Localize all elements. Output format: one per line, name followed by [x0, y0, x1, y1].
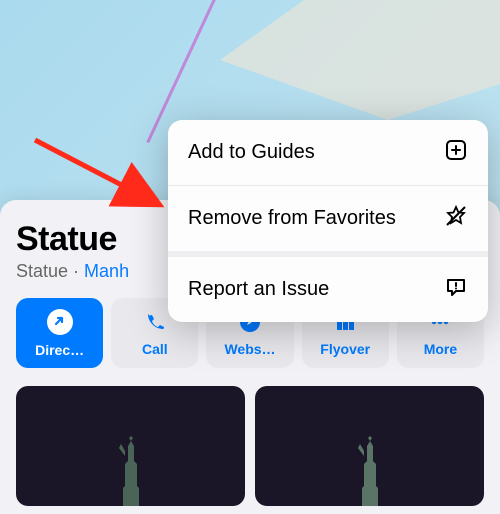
website-label: Webs… — [224, 341, 275, 357]
menu-add-to-guides[interactable]: Add to Guides — [168, 120, 488, 186]
plus-square-icon — [444, 138, 468, 167]
menu-report-issue[interactable]: Report an Issue — [168, 257, 488, 322]
flyover-label: Flyover — [320, 341, 370, 357]
more-label: More — [424, 341, 457, 357]
report-bubble-icon — [444, 275, 468, 304]
call-label: Call — [142, 341, 168, 357]
photo-strip — [16, 386, 484, 506]
phone-icon — [143, 310, 167, 337]
directions-label: Direc… — [35, 342, 84, 358]
menu-label: Report an Issue — [188, 278, 329, 301]
menu-remove-favorites[interactable]: Remove from Favorites — [168, 186, 488, 257]
star-slash-icon — [444, 204, 468, 233]
statue-silhouette — [350, 436, 390, 506]
place-category: Statue — [16, 261, 68, 281]
context-menu: Add to Guides Remove from Favorites Repo… — [168, 120, 488, 322]
place-locality-link[interactable]: Manh — [84, 261, 129, 281]
place-photo[interactable] — [16, 386, 245, 506]
statue-silhouette — [111, 436, 151, 506]
directions-icon — [47, 309, 73, 338]
place-photo[interactable] — [255, 386, 484, 506]
menu-label: Add to Guides — [188, 141, 315, 164]
directions-button[interactable]: Direc… — [16, 298, 103, 368]
menu-label: Remove from Favorites — [188, 207, 396, 230]
map-landmass — [220, 0, 500, 120]
